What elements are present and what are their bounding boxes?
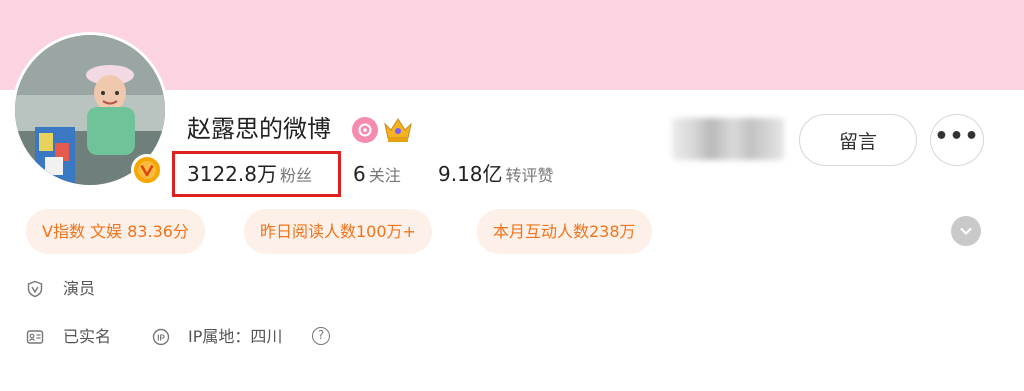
info-verification: 已实名 IP IP属地：四川 ? [26,324,346,350]
help-circle-icon[interactable]: ? [312,327,330,345]
id-card-icon [26,330,44,344]
stat-interactions[interactable]: 9.18亿 转评赞 [438,157,554,193]
verification-text: 已实名 [63,327,112,346]
stat-label: 关注 [368,166,401,185]
occupation-text: 演员 [63,279,96,298]
verified-v-icon [131,154,163,186]
shield-v-icon [27,280,43,298]
more-button[interactable]: ••• [930,114,984,166]
stat-following[interactable]: 6 关注 [353,157,401,193]
info-occupation: 演员 [26,276,146,302]
chevron-down-icon[interactable] [951,216,981,246]
tag-monthly-interactions[interactable]: 本月互动人数238万 [477,209,652,254]
tag-yesterday-readers[interactable]: 昨日阅读人数100万+ [244,209,432,254]
stat-value: 9.18亿 [438,162,503,186]
tag-v-index[interactable]: V指数 文娱 83.36分 [26,209,205,254]
svg-text:IP: IP [157,333,165,342]
more-dots-icon: ••• [934,124,980,149]
message-button[interactable]: 留言 [799,114,917,166]
stat-label: 转评赞 [505,166,554,185]
profile-name: 赵露思的微博 [187,115,331,143]
stat-value: 6 [353,162,366,186]
followers-highlight-box [172,151,341,197]
rank-badge-icon[interactable] [352,117,378,143]
crown-badge-icon[interactable] [382,114,414,144]
blurred-content [672,118,784,160]
ip-location-text: IP属地：四川 [188,327,283,346]
ip-icon: IP [152,328,170,346]
